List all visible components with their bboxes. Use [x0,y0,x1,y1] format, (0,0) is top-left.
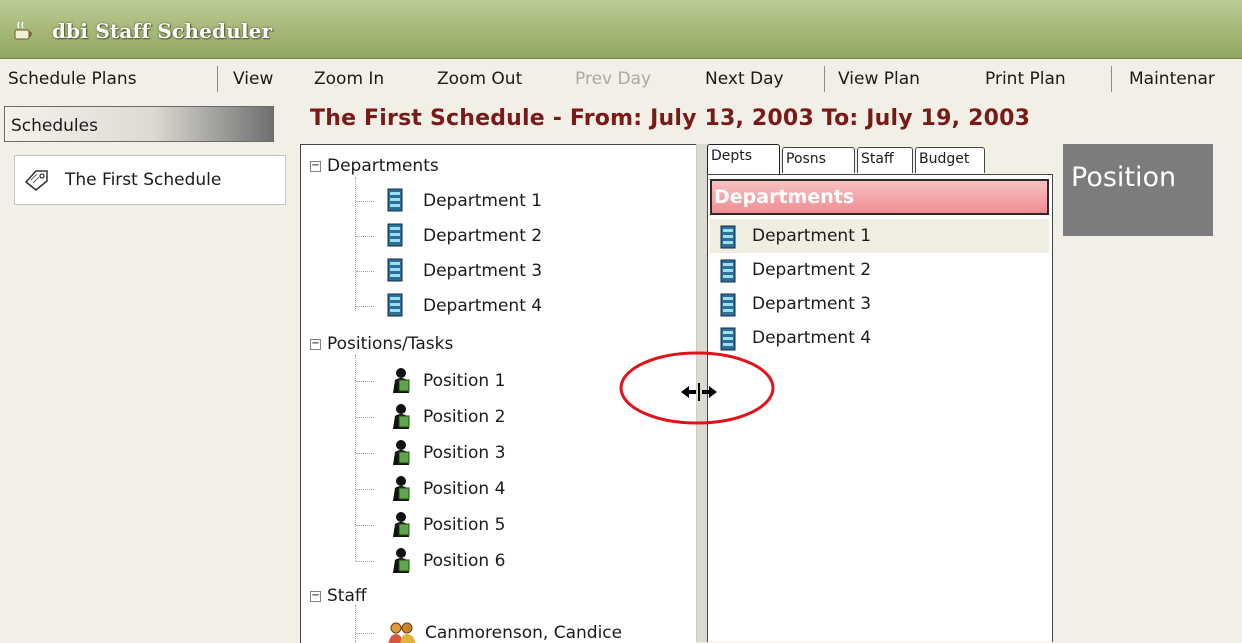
tree-node-label: Position 4 [423,479,506,499]
tree-node-label: Departments [327,156,439,176]
department-list: Departments Department 1 Department 2 De… [707,174,1053,642]
collapse-icon[interactable]: − [310,339,321,350]
list-item[interactable]: Department 1 [710,219,1049,253]
department-icon [387,223,403,247]
tree-node-positions[interactable]: − Positions/Tasks [301,329,691,359]
list-header: Departments [710,179,1049,215]
list-item[interactable]: Department 2 [710,253,1049,287]
menu-maintenance[interactable]: Maintenar [1129,69,1215,89]
department-icon [720,259,736,283]
tree-node-department[interactable]: Department 1 [301,185,691,215]
tab-staff[interactable]: Staff [857,147,913,173]
tree-node-label: Position 1 [423,371,506,391]
tree-node-label: Staff [327,586,367,606]
position-person-icon [393,440,410,465]
tree-node-label: Department 1 [423,191,543,211]
menu-view[interactable]: View [233,69,273,89]
tab-posns[interactable]: Posns [782,147,855,173]
tree-node-label: Department 2 [423,226,543,246]
tree-node-label: Positions/Tasks [327,334,454,354]
department-icon [720,327,736,351]
menu-separator [824,66,825,92]
menu-view-plan[interactable]: View Plan [838,69,920,89]
menu-next-day[interactable]: Next Day [705,69,784,89]
schedule-title: The First Schedule - From: July 13, 2003… [310,106,1031,131]
list-item[interactable]: Department 4 [710,321,1049,355]
tree-node-staff[interactable]: − Staff [301,581,691,611]
menu-zoom-out[interactable]: Zoom Out [437,69,522,89]
position-header: Position [1063,144,1213,236]
tree-node-departments[interactable]: − Departments [301,151,691,181]
tree-node-label: Position 3 [423,443,506,463]
department-icon [387,293,403,317]
list-panel: Depts Posns Staff Budget Departments Dep… [707,144,1057,642]
menu-prev-day: Prev Day [575,69,652,89]
tab-budget[interactable]: Budget [915,147,985,173]
tree-connector [356,236,374,237]
tree-connector [356,561,374,562]
department-icon [387,258,403,282]
tree-connector [356,201,374,202]
app-icon [14,21,32,40]
list-item-label: Department 3 [752,294,872,314]
tree-node-position[interactable]: Position 3 [301,437,691,467]
tree-node-label: Department 4 [423,296,543,316]
department-icon [720,225,736,249]
tree-connector [356,306,374,307]
collapse-icon[interactable]: − [310,591,321,602]
position-person-icon [393,404,410,429]
department-icon [387,188,403,212]
position-person-icon [393,368,410,393]
tree-connector [356,453,374,454]
list-item-label: Department 4 [752,328,872,348]
tree-node-label: Canmorenson, Candice [425,623,623,643]
menu-schedule-plans[interactable]: Schedule Plans [8,69,137,89]
tree-node-label: Position 6 [423,551,506,571]
tree-node-department[interactable]: Department 2 [301,220,691,250]
tree-node-position[interactable]: Position 2 [301,401,691,431]
department-icon [720,293,736,317]
tab-depts[interactable]: Depts [707,144,780,174]
tree-node-position[interactable]: Position 5 [301,509,691,539]
menu-print-plan[interactable]: Print Plan [985,69,1066,89]
tree-node-position[interactable]: Position 4 [301,473,691,503]
schedule-label: The First Schedule [65,170,222,190]
tree-connector [356,633,374,634]
menu-separator [217,66,218,92]
position-person-icon [393,548,410,573]
tree-node-staff-member[interactable]: Canmorenson, Candice [301,617,691,643]
tree-node-label: Department 3 [423,261,543,281]
menu-zoom-in[interactable]: Zoom In [314,69,384,89]
tree-connector [356,271,374,272]
tree-node-department[interactable]: Department 4 [301,290,691,320]
tree-node-department[interactable]: Department 3 [301,255,691,285]
resize-horizontal-cursor-icon [681,383,717,401]
schedules-header[interactable]: Schedules [4,106,274,142]
tree-node-position[interactable]: Position 1 [301,365,691,395]
title-bar: dbi Staff Scheduler [0,0,1242,59]
list-item[interactable]: Department 3 [710,287,1049,321]
schedule-tag-icon [24,170,48,191]
schedule-list-item[interactable]: The First Schedule [14,155,286,205]
position-person-icon [393,476,410,501]
tree-node-position[interactable]: Position 6 [301,545,691,575]
staff-people-icon [388,622,416,643]
tree-connector [356,381,374,382]
list-item-label: Department 2 [752,260,872,280]
menu-separator [1111,66,1112,92]
position-person-icon [393,512,410,537]
window-title: dbi Staff Scheduler [52,19,273,43]
tree-connector [356,489,374,490]
menu-bar: Schedule Plans View Zoom In Zoom Out Pre… [0,60,1242,98]
list-item-label: Department 1 [752,226,872,246]
position-header-label: Position [1071,162,1177,193]
resource-tree: − Departments Department 1 Department 2 … [300,144,697,643]
collapse-icon[interactable]: − [310,161,321,172]
tree-connector [356,417,374,418]
tree-node-label: Position 5 [423,515,506,535]
tree-connector [356,525,374,526]
tree-node-label: Position 2 [423,407,506,427]
